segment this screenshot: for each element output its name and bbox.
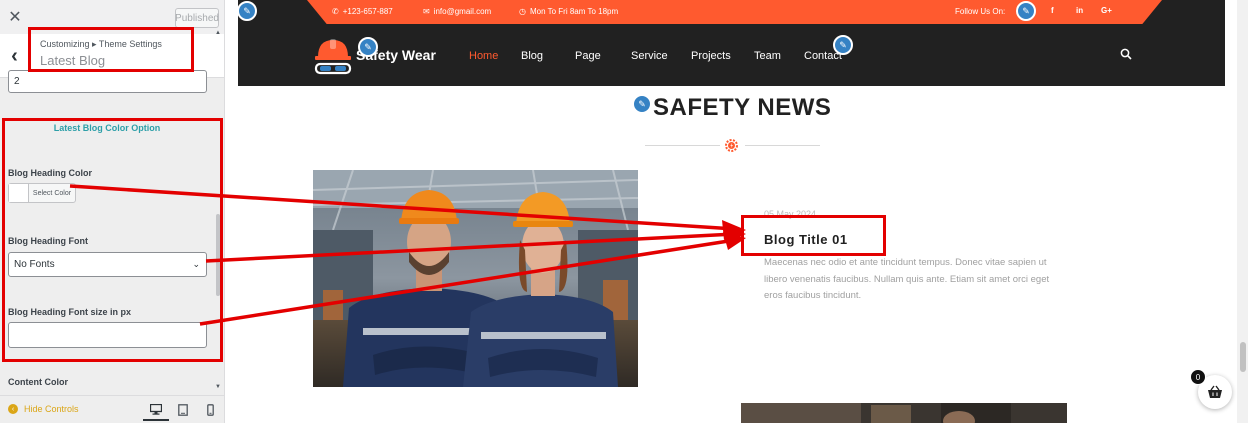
mobile-icon <box>206 404 214 416</box>
email-text: info@gmail.com <box>433 7 492 16</box>
envelope-icon: ✉ <box>423 7 430 16</box>
blog-excerpt: Maecenas nec odio et ante tincidunt temp… <box>764 257 1050 301</box>
search-icon[interactable] <box>1120 48 1132 60</box>
nav-projects[interactable]: Projects <box>691 50 731 62</box>
scroll-up-icon[interactable]: ▲ <box>215 30 221 36</box>
topbar-hours: ◷ Mon To Fri 8am To 18pm <box>519 7 618 16</box>
edit-shortcut-pencil-icon[interactable]: ✎ <box>1016 1 1036 21</box>
chevron-left-icon: ‹ <box>11 44 18 67</box>
linkedin-icon[interactable]: in <box>1076 6 1083 15</box>
hide-controls-button[interactable]: ‹ Hide Controls <box>8 404 79 414</box>
basket-icon <box>1208 385 1222 398</box>
nav-service[interactable]: Service <box>631 50 668 62</box>
publish-button[interactable]: Published <box>175 8 219 28</box>
section-heading: SAFETY NEWS <box>653 94 832 121</box>
close-icon: ✕ <box>8 8 22 26</box>
close-customizer-button[interactable]: ✕ <box>0 0 30 33</box>
tablet-icon <box>178 404 188 416</box>
desktop-icon <box>150 403 162 415</box>
clock-icon: ◷ <box>519 7 526 16</box>
topbar-email[interactable]: ✉ info@gmail.com <box>423 7 491 16</box>
hard-hat-goggles-logo-icon[interactable] <box>313 37 353 75</box>
device-desktop-button[interactable] <box>143 399 169 421</box>
hide-controls-label: Hide Controls <box>24 404 79 414</box>
device-tablet-button[interactable] <box>170 399 196 421</box>
collapse-icon: ‹ <box>8 404 18 414</box>
hours-text: Mon To Fri 8am To 18pm <box>529 7 619 16</box>
content-color-label: Content Color <box>8 377 68 387</box>
edit-shortcut-pencil-icon[interactable]: ✎ <box>358 37 378 57</box>
second-blog-image[interactable] <box>741 403 1067 423</box>
edit-shortcut-pencil-icon[interactable]: ✎ <box>237 1 257 21</box>
google-plus-icon[interactable]: G+ <box>1101 6 1112 15</box>
section-header-annotation <box>28 27 194 72</box>
nav-team[interactable]: Team <box>754 50 781 62</box>
follow-label: Follow Us On: <box>955 7 1006 16</box>
edit-shortcut-pencil-icon[interactable]: ✎ <box>833 35 853 55</box>
blog-title-annotation <box>741 215 886 256</box>
divider-line <box>745 145 820 146</box>
gear-divider-icon <box>725 139 738 152</box>
device-mobile-button[interactable] <box>197 399 223 421</box>
blog-post-image[interactable] <box>313 170 638 387</box>
preview-scrollbar-thumb[interactable] <box>1240 342 1246 372</box>
divider-line <box>645 145 720 146</box>
nav-home[interactable]: Home <box>469 50 498 62</box>
customizer-footer: ‹ Hide Controls <box>0 395 224 423</box>
phone-text: +123-657-887 <box>342 7 393 16</box>
nav-page[interactable]: Page <box>575 50 601 62</box>
blog-color-option-annotation <box>2 118 223 362</box>
cart-count-badge: 0 <box>1190 369 1206 385</box>
phone-icon: ✆ <box>332 7 339 16</box>
topbar-phone: ✆ +123-657-887 <box>332 7 393 16</box>
nav-blog[interactable]: Blog <box>521 50 543 62</box>
blog-count-input[interactable]: 2 <box>8 70 207 93</box>
facebook-icon[interactable]: f <box>1051 6 1054 15</box>
edit-shortcut-pencil-icon[interactable]: ✎ <box>632 94 652 114</box>
scroll-down-icon[interactable]: ▼ <box>215 384 221 390</box>
